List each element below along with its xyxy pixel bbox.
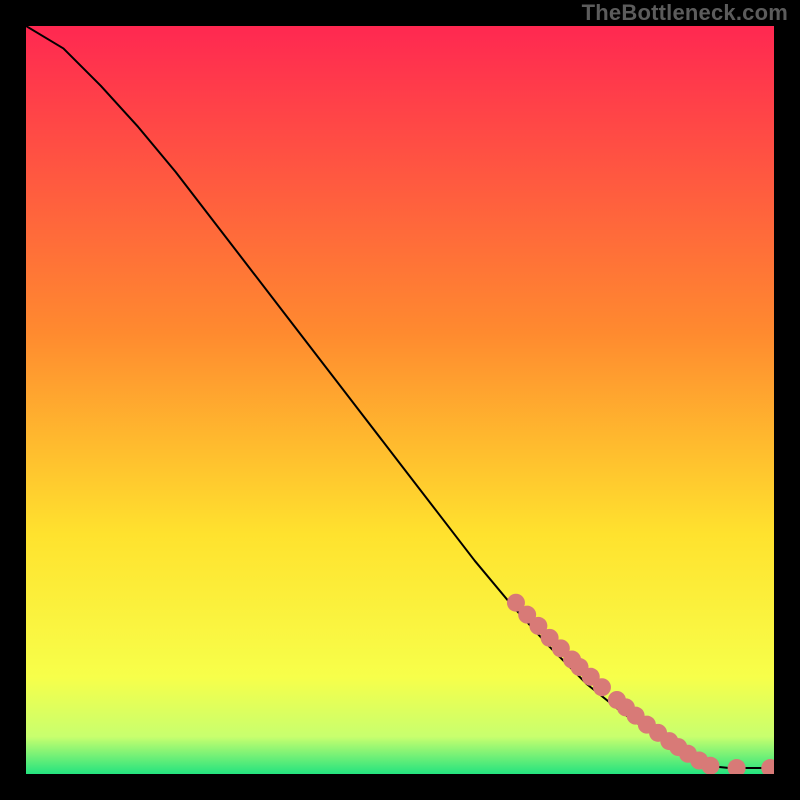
gradient-background bbox=[26, 26, 774, 774]
chart-frame: TheBottleneck.com bbox=[0, 0, 800, 800]
data-marker bbox=[701, 757, 719, 774]
watermark-text: TheBottleneck.com bbox=[582, 0, 788, 26]
chart-svg bbox=[26, 26, 774, 774]
data-marker bbox=[593, 678, 611, 696]
chart-plot-area bbox=[26, 26, 774, 774]
